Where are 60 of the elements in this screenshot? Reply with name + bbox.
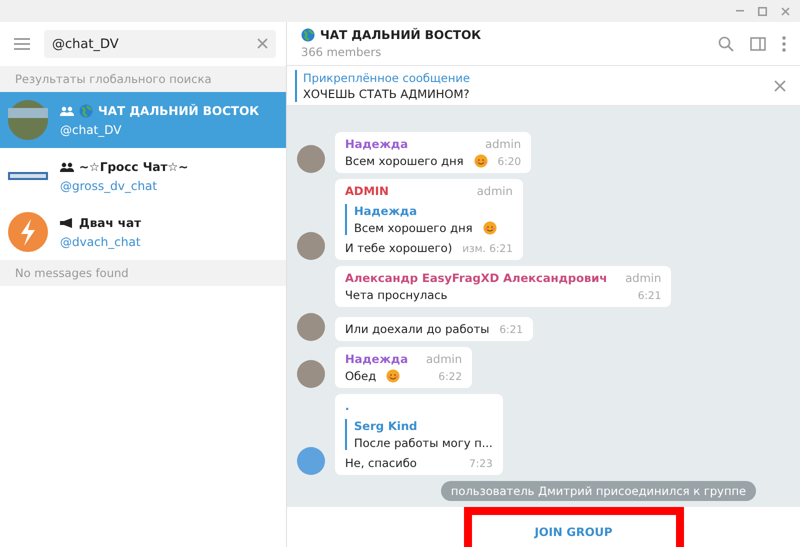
message-text: Чета проснулась	[345, 288, 448, 302]
section-header: Результаты глобального поиска	[0, 66, 286, 92]
close-icon[interactable]	[774, 80, 786, 92]
message-time: 6:22	[438, 371, 462, 383]
search-icon[interactable]	[718, 36, 734, 52]
admin-label: admin	[485, 137, 522, 151]
result-handle: @dvach_chat	[60, 234, 142, 248]
pinned-label: Прикреплённое сообщение	[303, 70, 471, 84]
globe-icon	[301, 28, 315, 42]
result-title: ЧАТ ДАЛЬНИЙ ВОСТОК	[98, 104, 260, 118]
minimize-icon[interactable]	[736, 10, 744, 12]
people-icon	[60, 162, 74, 172]
admin-label: admin	[625, 271, 662, 285]
more-icon[interactable]	[782, 36, 786, 52]
sidebar-toggle-icon[interactable]	[750, 36, 766, 50]
result-handle: @chat_DV	[60, 122, 122, 136]
empty-note: No messages found	[0, 260, 286, 286]
photo-placeholder	[297, 360, 325, 388]
message-text: Обед	[345, 369, 376, 383]
message-time: 6:21	[638, 290, 662, 302]
service-message: пользователь Дмитрий присоединился к группе	[440, 481, 756, 501]
message-author: .	[345, 399, 350, 413]
message-time: изм. 6:21	[462, 243, 513, 255]
message-time: 6:20	[498, 156, 522, 168]
message-text: Не, спасибо	[345, 456, 417, 470]
result-title: Двач чат	[79, 216, 142, 230]
menu-icon[interactable]	[14, 38, 30, 50]
reply-author: Надежда	[354, 204, 418, 218]
photo-placeholder	[297, 145, 325, 173]
message-author: Надежда	[345, 352, 408, 366]
result-handle: @gross_dv_chat	[60, 178, 158, 192]
reply-author: Serg Kind	[354, 419, 418, 433]
admin-label: admin	[476, 184, 513, 198]
photo-placeholder	[297, 232, 325, 260]
message-text: Или доехали до работы	[345, 322, 490, 336]
megaphone-icon	[60, 218, 74, 228]
message-author: ADMIN	[345, 184, 389, 198]
message-text: И тебе хорошего)	[345, 241, 452, 255]
message-author: Надежда	[345, 137, 408, 151]
chat-title: ЧАТ ДАЛЬНИЙ ВОСТОК	[320, 28, 482, 42]
message-text: Всем хорошего дня	[345, 154, 464, 168]
message-time: 6:21	[499, 324, 523, 336]
message-author: Александр EasyFragXD Александрович	[345, 271, 608, 285]
people-icon	[60, 106, 74, 116]
avatar-icon	[297, 447, 325, 475]
lightning-avatar-icon	[8, 212, 48, 252]
close-icon[interactable]	[781, 6, 790, 16]
admin-label: admin	[426, 352, 462, 366]
message-time: 7:23	[469, 458, 493, 470]
logo-icon	[8, 172, 48, 180]
search-field[interactable]: @chat_DV	[44, 30, 276, 58]
clear-icon[interactable]	[257, 38, 268, 49]
photo-placeholder	[8, 100, 48, 140]
photo-placeholder	[297, 313, 325, 341]
reply-text: Всем хорошего дня	[354, 221, 473, 235]
result-title: ~☆Гросс Чат☆~	[79, 160, 188, 174]
pinned-text: ХОЧЕШЬ СТАТЬ АДМИНОМ?	[303, 86, 471, 100]
member-count: 366 members	[301, 45, 382, 59]
maximize-icon[interactable]	[758, 6, 767, 16]
reply-text: После работы могу п...	[354, 436, 493, 450]
